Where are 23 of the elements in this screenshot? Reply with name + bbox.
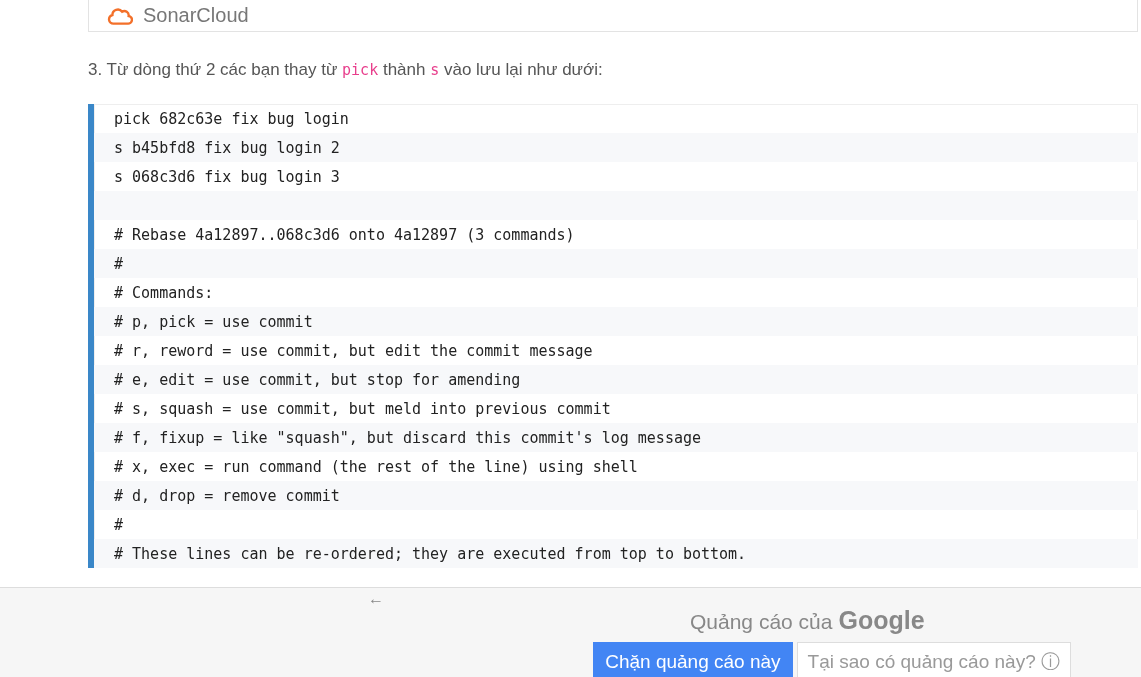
block-ad-button[interactable]: Chặn quảng cáo này: [593, 642, 793, 677]
code-line: #: [114, 254, 124, 273]
google-wordmark: Google: [838, 606, 925, 635]
code-line: # These lines can be re-ordered; they are executed from top to bottom.: [114, 544, 747, 563]
code-line: # d, drop = remove commit: [114, 486, 340, 505]
brand-name: SonarCloud: [143, 4, 249, 27]
code-line: # Commands:: [114, 283, 214, 302]
cloud-logo-icon: [107, 5, 133, 26]
why-ad-button[interactable]: Tại sao có quảng cáo này? ⓘ: [796, 642, 1071, 677]
code-line: # e, edit = use commit, but stop for amending: [114, 370, 521, 389]
back-button[interactable]: ←: [366, 590, 386, 608]
code-line: # x, exec = run command (the rest of the line) using shell: [114, 457, 638, 476]
code-line: # r, reword = use commit, but edit the commit message: [114, 341, 593, 360]
code-line: # f, fixup = like "squash", but discard this commit's log message: [114, 428, 701, 447]
ad-label: Quảng cáo của: [690, 610, 833, 634]
code-line: # Rebase 4a12897..068c3d6 onto 4a12897 (3 commands): [114, 225, 575, 244]
code-line: #: [114, 515, 124, 534]
instruction-text: 3. Từ dòng thứ 2 các bạn thay từ pick thành s vào lưu lại như dưới:: [88, 60, 604, 80]
code-line: # s, squash = use commit, but meld into previous commit: [114, 399, 611, 418]
code-line: # p, pick = use commit: [114, 312, 313, 331]
code-line: s 068c3d6 fix bug login 3: [114, 167, 340, 186]
code-line: pick 682c63e fix bug login: [114, 109, 349, 128]
code-line: s b45bfd8 fix bug login 2: [114, 138, 340, 157]
